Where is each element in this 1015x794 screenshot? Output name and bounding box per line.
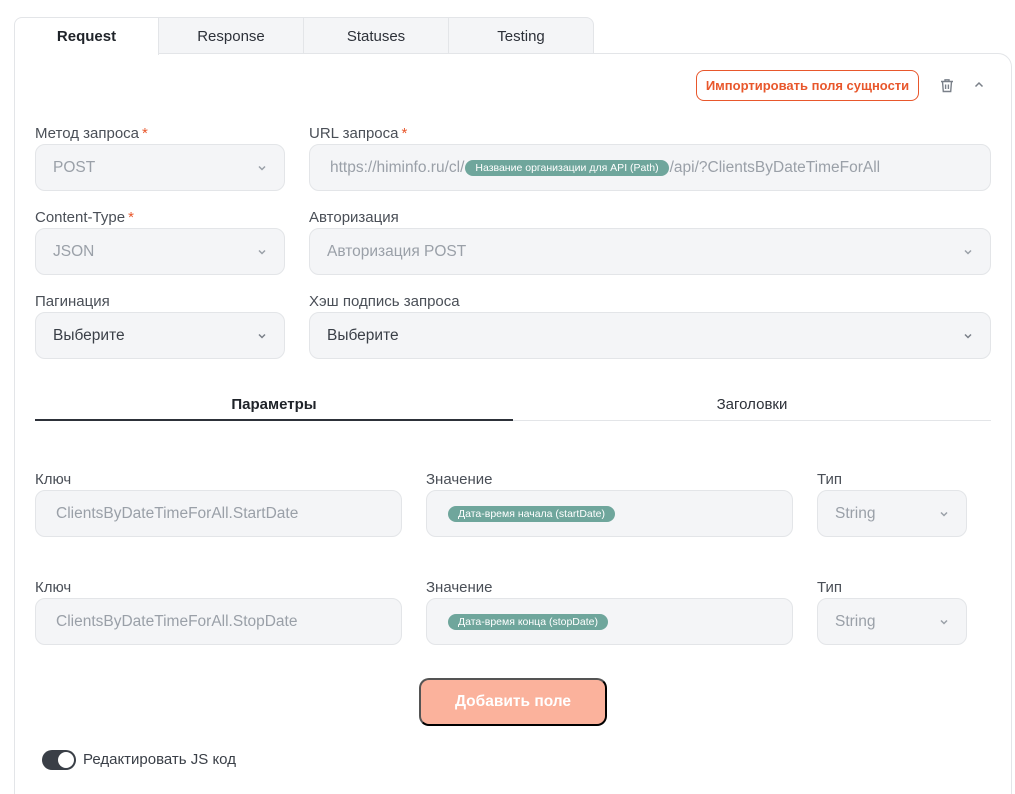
- tab-response[interactable]: Response: [159, 17, 304, 54]
- chevron-down-icon: [964, 249, 972, 255]
- pagination-label: Пагинация: [35, 293, 110, 310]
- url-path-variable-chip: Название организации для API (Path): [465, 159, 669, 176]
- param-key-input[interactable]: ClientsByDateTimeForAll.StartDate: [35, 490, 402, 537]
- edit-js-toggle[interactable]: [42, 750, 76, 770]
- param-value-label: Значение: [426, 471, 493, 488]
- chevron-down-icon: [258, 333, 266, 339]
- param-type-select[interactable]: String: [817, 598, 967, 645]
- url-label: URL запроса *: [309, 125, 408, 142]
- tab-testing[interactable]: Testing: [449, 17, 594, 54]
- auth-label: Авторизация: [309, 209, 399, 226]
- method-select[interactable]: POST: [35, 144, 285, 191]
- param-key-input[interactable]: ClientsByDateTimeForAll.StopDate: [35, 598, 402, 645]
- param-value-chip: Дата-время конца (stopDate): [448, 613, 608, 630]
- hash-select[interactable]: Выберите: [309, 312, 991, 359]
- trash-icon[interactable]: [936, 74, 958, 96]
- auth-select[interactable]: Авторизация POST: [309, 228, 991, 275]
- add-field-button[interactable]: Добавить поле: [419, 678, 607, 726]
- content-type-select[interactable]: JSON: [35, 228, 285, 275]
- chevron-down-icon: [940, 619, 948, 625]
- content-type-label: Content-Type *: [35, 209, 134, 226]
- tab-statuses[interactable]: Statuses: [304, 17, 449, 54]
- tab-request[interactable]: Request: [14, 17, 159, 55]
- chevron-down-icon: [964, 333, 972, 339]
- tab-headers[interactable]: Заголовки: [513, 396, 991, 422]
- chevron-down-icon: [258, 249, 266, 255]
- url-input[interactable]: https://himinfo.ru/cl/Название организац…: [309, 144, 991, 191]
- param-type-label: Тип: [817, 471, 843, 488]
- hash-label: Хэш подпись запроса: [309, 293, 460, 310]
- chevron-up-icon[interactable]: [968, 74, 990, 96]
- param-value-input[interactable]: Дата-время начала (startDate): [426, 490, 793, 537]
- param-key-label: Ключ: [35, 579, 72, 596]
- param-value-label: Значение: [426, 579, 493, 596]
- chevron-down-icon: [940, 511, 948, 517]
- edit-js-label: Редактировать JS код: [83, 751, 236, 768]
- subtab-active-indicator: [35, 419, 513, 421]
- param-value-chip: Дата-время начала (startDate): [448, 505, 616, 522]
- chevron-down-icon: [258, 165, 266, 171]
- request-tabs: Request Response Statuses Testing: [14, 17, 594, 55]
- param-key-label: Ключ: [35, 471, 72, 488]
- toggle-knob: [58, 752, 74, 768]
- pagination-select[interactable]: Выберите: [35, 312, 285, 359]
- import-entity-fields-button[interactable]: Импортировать поля сущности: [696, 70, 919, 101]
- param-type-select[interactable]: String: [817, 490, 967, 537]
- method-label: Метод запроса *: [35, 125, 148, 142]
- param-value-input[interactable]: Дата-время конца (stopDate): [426, 598, 793, 645]
- param-type-label: Тип: [817, 579, 843, 596]
